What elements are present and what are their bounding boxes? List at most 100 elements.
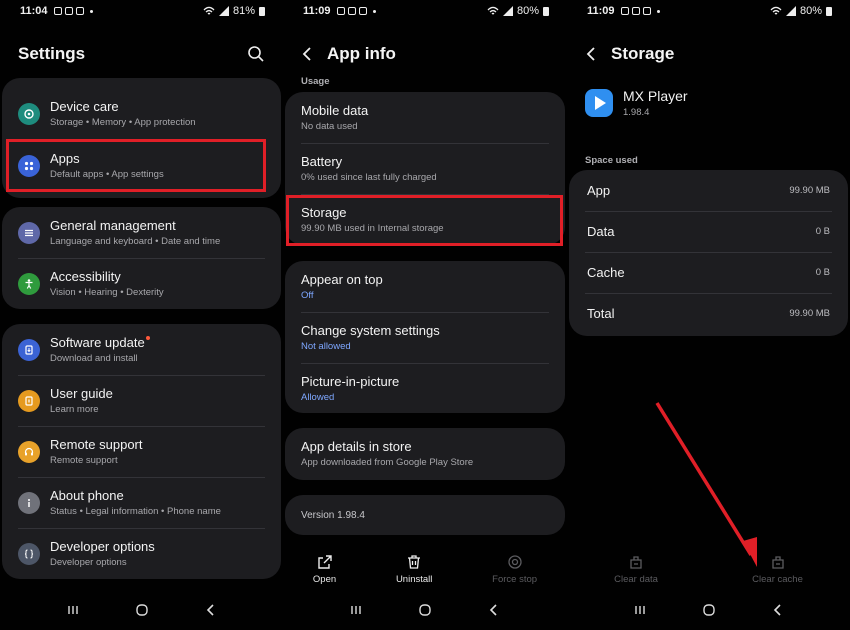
status-time: 11:09 xyxy=(587,5,615,17)
signal-icon xyxy=(785,6,796,16)
open-button[interactable]: Open xyxy=(313,554,336,590)
battery-percent: 81% xyxy=(232,5,255,17)
home-icon[interactable] xyxy=(135,603,149,617)
wifi-icon xyxy=(487,6,499,15)
space-row-app: App 99.90 MB xyxy=(587,183,830,198)
notification-icons xyxy=(336,7,376,15)
navigation-bar xyxy=(0,598,283,622)
trash-icon xyxy=(408,555,421,569)
braces-icon xyxy=(18,542,40,565)
highlight-apps xyxy=(6,139,266,192)
clear-data-button[interactable]: Clear data xyxy=(614,554,658,590)
app-details-in-store[interactable]: App details in store App downloaded from … xyxy=(285,428,565,479)
settings-item-remote-support[interactable]: Remote support Remote support xyxy=(2,426,281,477)
notification-icons xyxy=(53,7,93,15)
status-bar: 11:09 80% xyxy=(567,0,850,22)
status-right: 80% xyxy=(487,5,549,17)
clear-cache-button[interactable]: Clear cache xyxy=(752,554,803,590)
search-icon[interactable] xyxy=(247,45,265,63)
wifi-icon xyxy=(770,6,782,15)
settings-item-accessibility[interactable]: Accessibility Vision • Hearing • Dexterit… xyxy=(2,258,281,309)
status-time: 11:04 xyxy=(20,5,48,17)
accessibility-icon xyxy=(18,272,40,295)
usage-item-battery[interactable]: Battery 0% used since last fully charged xyxy=(285,143,565,194)
back-arrow-icon[interactable] xyxy=(585,46,599,62)
space-row-data: Data 0 B xyxy=(587,224,830,239)
space-row-cache: Cache 0 B xyxy=(587,265,830,280)
battery-percent: 80% xyxy=(516,5,539,17)
settings-header: Settings xyxy=(18,36,265,72)
version-row: Version 1.98.4 xyxy=(301,509,365,521)
perm-item-picture-in-picture[interactable]: Picture-in-picture Allowed xyxy=(285,363,565,414)
back-icon[interactable] xyxy=(771,603,785,617)
recents-icon[interactable] xyxy=(66,603,80,617)
mx-player-app-icon xyxy=(585,89,613,117)
highlight-storage xyxy=(286,195,563,246)
page-title: App info xyxy=(327,44,396,63)
storage-screen: 11:09 80% Storage MX Player 1.98.4 Space… xyxy=(567,0,850,630)
headset-icon xyxy=(18,440,40,463)
app-info-screen: 11:09 80% App info Usage Mobile data No d… xyxy=(283,0,567,630)
usage-item-mobile-data[interactable]: Mobile data No data used xyxy=(285,92,565,143)
recents-icon[interactable] xyxy=(349,603,363,617)
app-info-actions: Open Uninstall Force stop xyxy=(283,554,567,590)
storage-actions: Clear data Clear cache xyxy=(567,554,850,590)
uninstall-button[interactable]: Uninstall xyxy=(396,554,432,590)
permissions-card: Appear on top Off Change system settings N… xyxy=(285,261,565,413)
back-arrow-icon[interactable] xyxy=(301,46,315,62)
settings-item-about-phone[interactable]: About phone Status • Legal information • … xyxy=(2,477,281,528)
navigation-bar xyxy=(567,598,850,622)
status-bar: 11:04 81% xyxy=(0,0,283,22)
version-card: Version 1.98.4 xyxy=(285,495,565,535)
settings-card-3: Software update Download and install User… xyxy=(2,324,281,579)
battery-icon xyxy=(543,6,549,16)
signal-icon xyxy=(502,6,513,16)
signal-icon xyxy=(218,6,229,16)
back-icon[interactable] xyxy=(487,603,501,617)
settings-item-general-management[interactable]: General management Language and keyboard … xyxy=(2,207,281,258)
back-icon[interactable] xyxy=(204,603,218,617)
storage-header: Storage xyxy=(585,36,832,72)
status-right: 81% xyxy=(203,5,265,17)
settings-item-device-care[interactable]: Device care Storage • Memory • App protec… xyxy=(2,88,281,139)
screenshot-composite: 11:04 81% Settings Device care Storage • … xyxy=(0,0,850,630)
wifi-icon xyxy=(203,6,215,15)
user-guide-icon xyxy=(18,389,40,412)
store-card: App details in store App downloaded from … xyxy=(285,428,565,480)
usage-section-label: Usage xyxy=(301,76,330,87)
settings-screen: 11:04 81% Settings Device care Storage • … xyxy=(0,0,283,630)
app-version: 1.98.4 xyxy=(623,107,650,118)
settings-item-user-guide[interactable]: User guide Learn more xyxy=(2,375,281,426)
home-icon[interactable] xyxy=(702,603,716,617)
battery-percent: 80% xyxy=(799,5,822,17)
info-icon xyxy=(18,491,40,514)
page-title: Settings xyxy=(18,44,86,63)
settings-card-2: General management Language and keyboard … xyxy=(2,207,281,309)
red-arrow-annotation xyxy=(655,402,757,567)
status-right: 80% xyxy=(770,5,832,17)
space-row-total: Total 99.90 MB xyxy=(587,306,830,321)
recents-icon[interactable] xyxy=(633,603,647,617)
update-badge xyxy=(146,336,150,340)
page-title: Storage xyxy=(611,44,675,63)
settings-item-software-update[interactable]: Software update Download and install xyxy=(2,324,281,375)
perm-item-appear-on-top[interactable]: Appear on top Off xyxy=(285,261,565,312)
clear-cache-icon xyxy=(771,556,784,569)
clear-data-icon xyxy=(630,556,642,569)
perm-item-change-system-settings[interactable]: Change system settings Not allowed xyxy=(285,312,565,363)
home-icon[interactable] xyxy=(418,603,432,617)
software-update-icon xyxy=(18,338,40,361)
device-care-icon xyxy=(18,102,40,125)
space-used-card: App 99.90 MB Data 0 B Cache 0 B Total 99.90 … xyxy=(569,170,848,336)
force-stop-button[interactable]: Force stop xyxy=(492,554,537,590)
app-name: MX Player xyxy=(623,88,688,104)
force-stop-icon xyxy=(507,555,522,569)
navigation-bar xyxy=(283,598,567,622)
settings-item-developer-options[interactable]: Developer options Developer options xyxy=(2,528,281,579)
battery-icon xyxy=(259,6,265,16)
battery-icon xyxy=(826,6,832,16)
sliders-icon xyxy=(18,221,40,244)
app-info-header: App info xyxy=(301,36,549,72)
notification-icons xyxy=(620,7,660,15)
status-bar: 11:09 80% xyxy=(283,0,567,22)
